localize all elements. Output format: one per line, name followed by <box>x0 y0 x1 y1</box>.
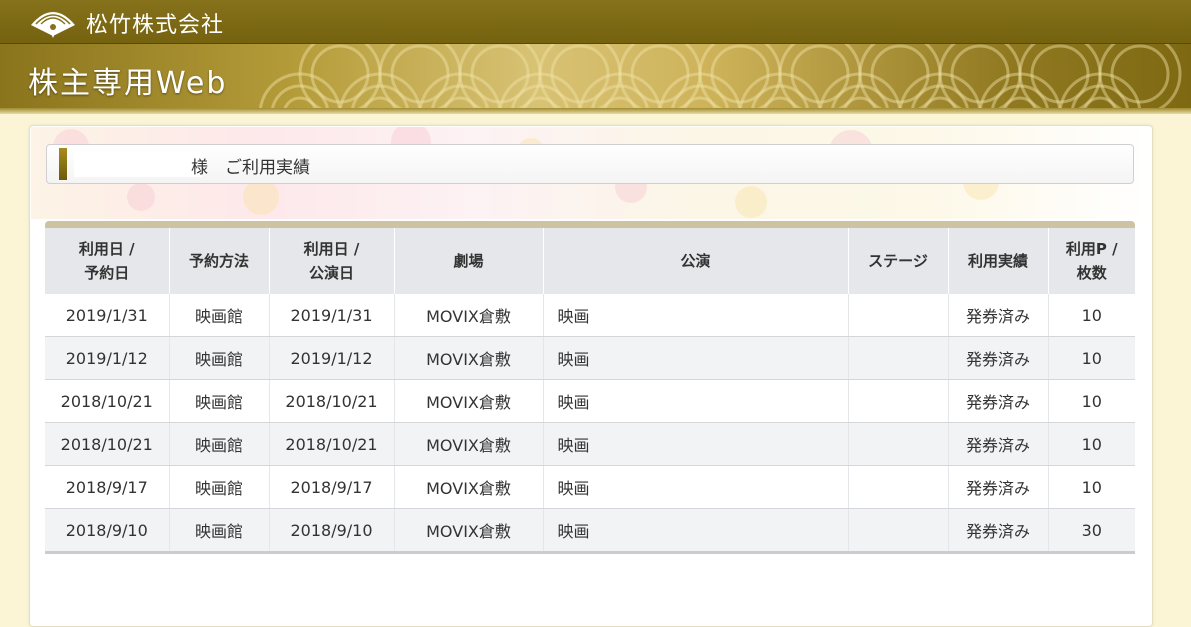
cell-performance: 映画 <box>543 379 849 423</box>
cell-status: 発券済み <box>948 465 1049 509</box>
cell-date: 2019/1/12 <box>45 336 170 380</box>
table-row: 2018/10/21 映画館 2018/10/21 MOVIX倉敷 映画 発券済… <box>45 422 1135 466</box>
cell-stage <box>848 508 949 554</box>
cell-method: 映画館 <box>169 294 270 337</box>
cell-theater: MOVIX倉敷 <box>394 379 544 423</box>
cell-show-date: 2018/10/21 <box>269 422 395 466</box>
cell-theater: MOVIX倉敷 <box>394 336 544 380</box>
cell-method: 映画館 <box>169 465 270 509</box>
cell-stage <box>848 379 949 423</box>
usage-panel: 様 ご利用実績 利用日 / 予約日 予約方法 利用日 / 公演日 劇場 公演 ステー… <box>29 125 1153 627</box>
cell-status: 発券済み <box>948 294 1049 337</box>
column-header-points: 利用P / 枚数 <box>1048 228 1135 294</box>
cell-stage <box>848 422 949 466</box>
cell-theater: MOVIX倉敷 <box>394 465 544 509</box>
cell-date: 2018/9/10 <box>45 508 170 554</box>
cell-points: 10 <box>1048 294 1135 337</box>
cell-points: 10 <box>1048 422 1135 466</box>
company-name: 松竹株式会社 <box>86 13 225 38</box>
table-row: 2018/9/17 映画館 2018/9/17 MOVIX倉敷 映画 発券済み … <box>45 465 1135 509</box>
column-header-stage: ステージ <box>848 228 949 294</box>
table-header-row: 利用日 / 予約日 予約方法 利用日 / 公演日 劇場 公演 ステージ 利用実績 利… <box>45 228 1135 294</box>
cell-method: 映画館 <box>169 508 270 554</box>
cell-points: 10 <box>1048 379 1135 423</box>
cell-performance: 映画 <box>543 336 849 380</box>
cell-date: 2018/10/21 <box>45 379 170 423</box>
cell-performance: 映画 <box>543 422 849 466</box>
cell-performance: 映画 <box>543 508 849 554</box>
cell-date: 2019/1/31 <box>45 294 170 337</box>
table-row: 2018/9/10 映画館 2018/9/10 MOVIX倉敷 映画 発券済み … <box>45 508 1135 554</box>
cell-points: 10 <box>1048 465 1135 509</box>
cell-status: 発券済み <box>948 422 1049 466</box>
cell-show-date: 2018/9/10 <box>269 508 395 554</box>
column-header-status: 利用実績 <box>948 228 1049 294</box>
cell-stage <box>848 294 949 337</box>
cell-date: 2018/9/17 <box>45 465 170 509</box>
cell-show-date: 2018/10/21 <box>269 379 395 423</box>
column-header-method: 予約方法 <box>169 228 270 294</box>
column-header-performance: 公演 <box>543 228 849 294</box>
cell-method: 映画館 <box>169 336 270 380</box>
cell-stage <box>848 336 949 380</box>
cell-theater: MOVIX倉敷 <box>394 508 544 554</box>
cell-status: 発券済み <box>948 379 1049 423</box>
table-top-border <box>45 221 1135 228</box>
cell-method: 映画館 <box>169 379 270 423</box>
usage-history-table: 利用日 / 予約日 予約方法 利用日 / 公演日 劇場 公演 ステージ 利用実績 利… <box>45 228 1135 554</box>
table-row: 2018/10/21 映画館 2018/10/21 MOVIX倉敷 映画 発券済… <box>45 379 1135 423</box>
cell-show-date: 2018/9/17 <box>269 465 395 509</box>
banner-divider <box>0 108 1191 114</box>
column-header-show-date: 利用日 / 公演日 <box>269 228 395 294</box>
cell-show-date: 2019/1/12 <box>269 336 395 380</box>
cell-method: 映画館 <box>169 422 270 466</box>
cell-performance: 映画 <box>543 465 849 509</box>
cell-stage <box>848 465 949 509</box>
top-brand-bar: 松竹株式会社 <box>0 0 1191 44</box>
site-title: 株主専用Web <box>28 66 228 101</box>
column-header-date: 利用日 / 予約日 <box>45 228 170 294</box>
masked-user-name <box>74 151 202 177</box>
section-title: 様 ご利用実績 <box>191 158 310 178</box>
section-heading: 様 ご利用実績 <box>46 144 1134 184</box>
cell-theater: MOVIX倉敷 <box>394 422 544 466</box>
cell-status: 発券済み <box>948 336 1049 380</box>
cell-date: 2018/10/21 <box>45 422 170 466</box>
cell-performance: 映画 <box>543 294 849 337</box>
cell-theater: MOVIX倉敷 <box>394 294 544 337</box>
table-row: 2019/1/31 映画館 2019/1/31 MOVIX倉敷 映画 発券済み … <box>45 294 1135 337</box>
site-banner: 株主専用Web <box>0 44 1191 110</box>
cell-status: 発券済み <box>948 508 1049 554</box>
table-row: 2019/1/12 映画館 2019/1/12 MOVIX倉敷 映画 発券済み … <box>45 336 1135 380</box>
cell-points: 30 <box>1048 508 1135 554</box>
column-header-theater: 劇場 <box>394 228 544 294</box>
cell-points: 10 <box>1048 336 1135 380</box>
fan-crest-icon[interactable] <box>28 5 78 39</box>
cell-show-date: 2019/1/31 <box>269 294 395 337</box>
heading-accent-bar <box>59 148 67 180</box>
